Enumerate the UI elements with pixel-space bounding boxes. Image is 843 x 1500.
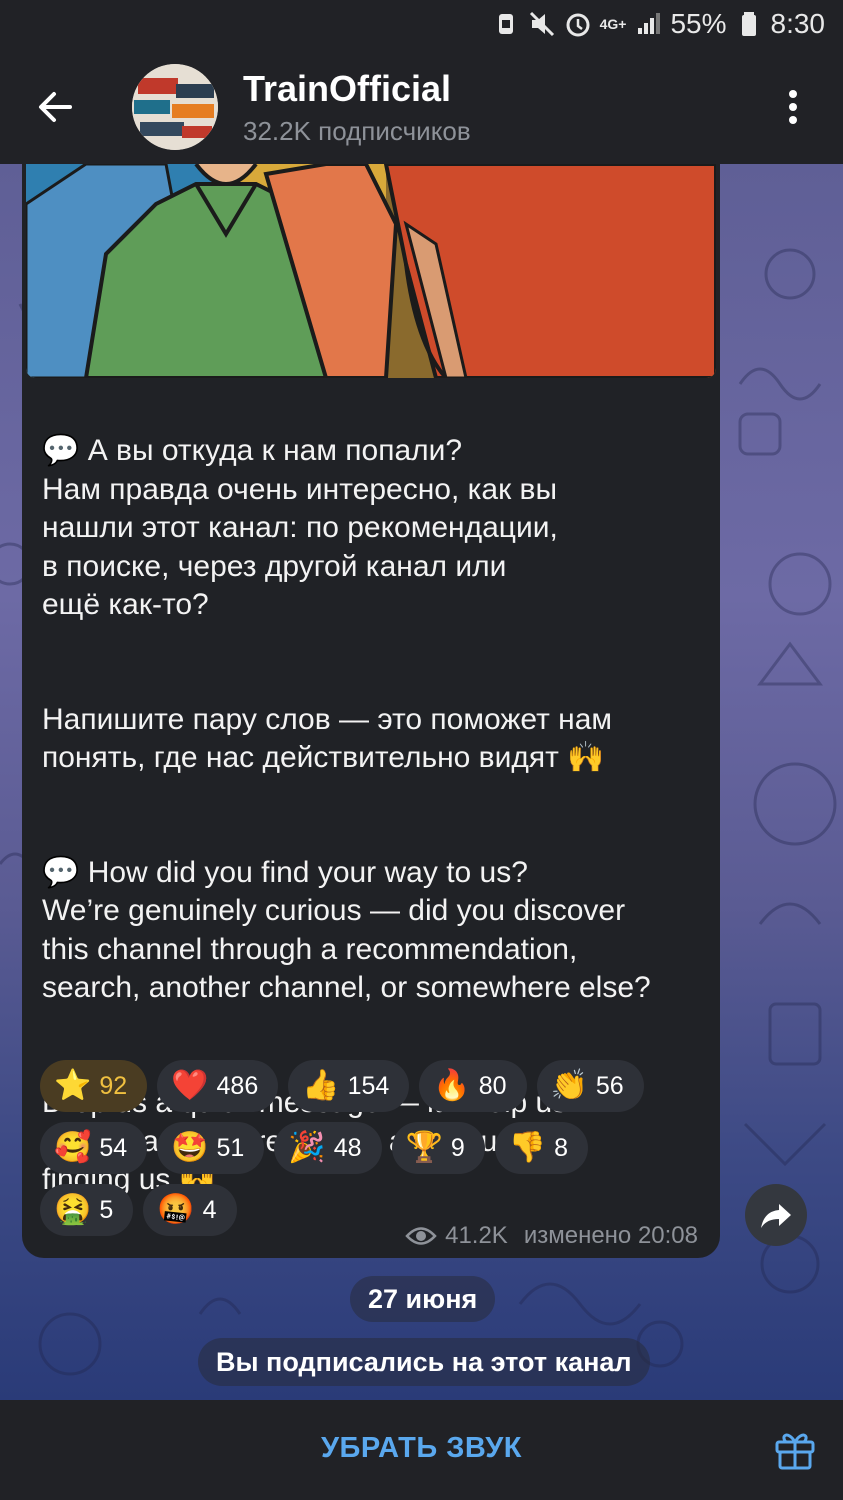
edited-time: изменено 20:08 [523, 1222, 698, 1249]
date-separator: 27 июня [350, 1276, 496, 1322]
reaction-star-struck[interactable]: 🤩 51 [157, 1122, 265, 1174]
mute-button[interactable]: УБРАТЬ ЗВУК [0, 1400, 843, 1500]
post-paragraph-1: 💬 А вы откуда к нам попали? Нам правда о… [42, 434, 558, 622]
reaction-count: 48 [333, 1133, 362, 1162]
forward-button[interactable] [745, 1184, 807, 1246]
reaction-count: 92 [99, 1071, 128, 1100]
alarm-icon [564, 10, 592, 38]
subscriber-count: 32.2K подписчиков [243, 116, 471, 146]
more-menu-button[interactable] [773, 82, 813, 132]
gift-button[interactable] [772, 1426, 818, 1472]
reaction-count: 154 [347, 1071, 390, 1100]
fire-icon: 🔥 [433, 1069, 471, 1102]
star-icon: ⭐ [54, 1069, 92, 1102]
post-meta: 41.2K изменено 20:08 [405, 1222, 698, 1250]
reaction-clap[interactable]: 👏 56 [536, 1060, 644, 1112]
signal-icon [634, 10, 662, 38]
battery-icon [735, 10, 763, 38]
reaction-fire[interactable]: 🔥 80 [419, 1060, 527, 1112]
network-type: 4G+ [599, 16, 627, 32]
smiling-hearts-icon: 🥰 [54, 1131, 92, 1164]
channel-post[interactable]: 💬 А вы откуда к нам попали? Нам правда о… [22, 164, 720, 1258]
post-paragraph-3: 💬 How did you find your way to us? We’re… [42, 856, 651, 1005]
data-saver-icon [492, 10, 520, 38]
reaction-party[interactable]: 🎉 48 [274, 1122, 382, 1174]
party-popper-icon: 🎉 [288, 1131, 326, 1164]
clock: 8:30 [770, 8, 826, 39]
post-image[interactable] [26, 164, 716, 378]
reaction-count: 80 [478, 1071, 507, 1100]
star-struck-icon: 🤩 [171, 1131, 209, 1164]
back-button[interactable] [30, 82, 80, 132]
reaction-thumbs-up[interactable]: 👍 154 [288, 1060, 410, 1112]
reaction-count: 486 [216, 1071, 259, 1100]
chat-header: TrainOfficial 32.2K подписчиков [0, 52, 843, 164]
heart-icon: ❤️ [171, 1069, 209, 1102]
eye-icon [405, 1227, 437, 1245]
post-paragraph-2: Напишите пару слов — это поможет нам пон… [42, 702, 613, 775]
thumbs-down-icon: 👎 [508, 1131, 547, 1164]
reaction-thumbs-down[interactable]: 👎 8 [494, 1122, 589, 1174]
subscribed-notice: Вы подписались на этот канал [198, 1338, 650, 1386]
vomit-face-icon: 🤮 [54, 1193, 92, 1226]
channel-title[interactable]: TrainOfficial [243, 68, 451, 110]
reaction-count: 4 [202, 1195, 217, 1224]
trophy-icon: 🏆 [405, 1131, 443, 1164]
reaction-count: 54 [99, 1133, 128, 1162]
status-bar: 4G+ 55% 8:30 [0, 0, 843, 52]
battery-percent: 55% [670, 8, 727, 39]
arrow-left-icon [39, 92, 72, 122]
reaction-count: 9 [450, 1133, 465, 1162]
mute-icon [528, 10, 556, 38]
reaction-count: 56 [595, 1071, 624, 1100]
more-vertical-icon [789, 90, 797, 124]
reaction-smiling-hearts[interactable]: 🥰 54 [40, 1122, 148, 1174]
reaction-heart[interactable]: ❤️ 486 [157, 1060, 279, 1112]
reaction-count: 51 [216, 1133, 245, 1162]
view-count: 41.2K [445, 1222, 508, 1249]
clap-icon: 👏 [550, 1069, 588, 1102]
thumbs-up-icon: 👍 [302, 1069, 340, 1102]
reaction-vomit[interactable]: 🤮 5 [40, 1184, 134, 1236]
gift-icon [775, 1433, 815, 1470]
reaction-count: 5 [99, 1195, 114, 1224]
reaction-count: 8 [554, 1133, 569, 1162]
reaction-cursing[interactable]: 🤬 4 [143, 1184, 237, 1236]
bottom-bar: УБРАТЬ ЗВУК [0, 1400, 843, 1500]
reaction-star[interactable]: ⭐ 92 [40, 1060, 148, 1112]
channel-avatar[interactable] [132, 64, 218, 150]
reaction-trophy[interactable]: 🏆 9 [391, 1122, 485, 1174]
reaction-row: ⭐ 92 ❤️ 486 👍 154 🔥 80 👏 56 [40, 1060, 700, 1112]
reaction-row: 🥰 54 🤩 51 🎉 48 🏆 9 👎 8 [40, 1122, 700, 1174]
cursing-face-icon: 🤬 [157, 1193, 195, 1226]
share-arrow-icon [761, 1204, 791, 1228]
reactions-panel: ⭐ 92 ❤️ 486 👍 154 🔥 80 👏 56 🥰 54 🤩 51 🎉 48 🏆 9 👎 8… [40, 1060, 700, 1246]
